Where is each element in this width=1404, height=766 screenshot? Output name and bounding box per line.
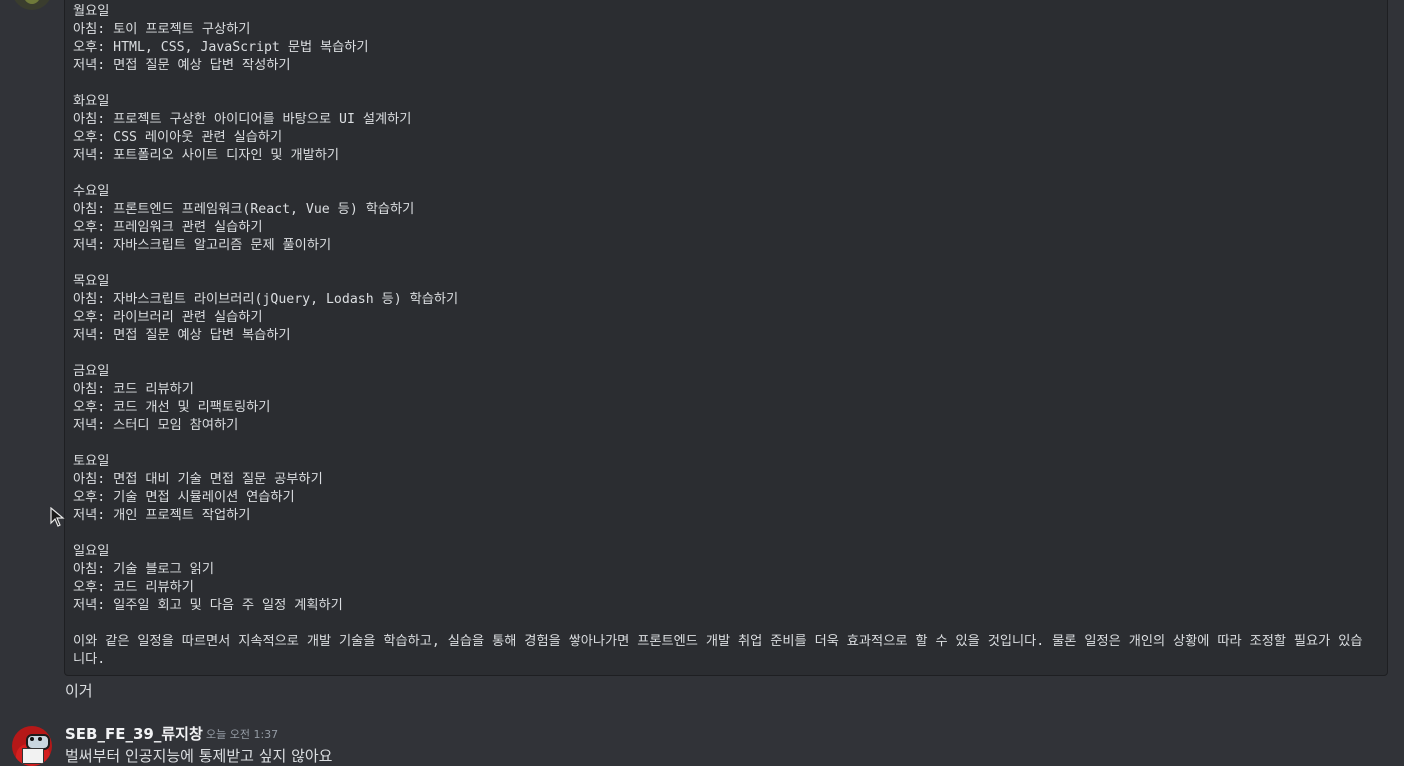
- schedule-line: 저녁: 면접 질문 예상 답변 작성하기: [73, 58, 291, 73]
- conclusion-text: 이와 같은 일정을 따르면서 지속적으로 개발 기술을 학습하고, 실습을 통해…: [73, 634, 1363, 667]
- day-heading: 목요일: [73, 274, 110, 289]
- previous-user-avatar[interactable]: [12, 0, 52, 10]
- schedule-line: 아침: 기술 블로그 읽기: [73, 562, 214, 577]
- schedule-line: 오후: CSS 레이아웃 관련 실습하기: [73, 130, 283, 145]
- message-text: 벌써부터 인공지능에 통제받고 싶지 않아요: [65, 747, 333, 765]
- followup-message-text: 이거: [65, 682, 93, 700]
- day-heading: 토요일: [73, 454, 110, 469]
- day-heading: 일요일: [73, 544, 110, 559]
- mouse-pointer-icon: [50, 507, 65, 527]
- schedule-line: 저녁: 면접 질문 예상 답변 복습하기: [73, 328, 291, 343]
- schedule-line: 저녁: 개인 프로젝트 작업하기: [73, 508, 251, 523]
- code-block: 월요일아침: 토이 프로젝트 구상하기오후: HTML, CSS, JavaSc…: [64, 0, 1388, 676]
- schedule-line: 저녁: 일주일 회고 및 다음 주 일정 계획하기: [73, 598, 343, 613]
- schedule-line: 아침: 면접 대비 기술 면접 질문 공부하기: [73, 472, 323, 487]
- day-heading: 수요일: [73, 184, 110, 199]
- message-username[interactable]: SEB_FE_39_류지창: [65, 724, 203, 744]
- schedule-line: 저녁: 스터디 모임 참여하기: [73, 418, 239, 433]
- user-avatar[interactable]: [12, 726, 52, 766]
- schedule-line: 오후: 코드 리뷰하기: [73, 580, 194, 595]
- schedule-line: 아침: 코드 리뷰하기: [73, 382, 194, 397]
- code-block-content: 월요일아침: 토이 프로젝트 구상하기오후: HTML, CSS, JavaSc…: [73, 3, 1373, 669]
- message-timestamp: 오늘 오전 1:37: [206, 728, 279, 741]
- schedule-line: 오후: HTML, CSS, JavaScript 문법 복습하기: [73, 40, 369, 55]
- schedule-line: 저녁: 포트폴리오 사이트 디자인 및 개발하기: [73, 148, 340, 163]
- schedule-line: 저녁: 자바스크립트 알고리즘 문제 풀이하기: [73, 238, 332, 253]
- day-heading: 월요일: [73, 4, 110, 19]
- schedule-line: 아침: 프론트엔드 프레임워크(React, Vue 등) 학습하기: [73, 202, 415, 217]
- day-heading: 화요일: [73, 94, 110, 109]
- schedule-line: 오후: 코드 개선 및 리팩토링하기: [73, 400, 271, 415]
- schedule-line: 아침: 자바스크립트 라이브러리(jQuery, Lodash 등) 학습하기: [73, 292, 459, 307]
- schedule-line: 아침: 토이 프로젝트 구상하기: [73, 22, 251, 37]
- schedule-line: 오후: 라이브러리 관련 실습하기: [73, 310, 263, 325]
- schedule-line: 오후: 기술 면접 시뮬레이션 연습하기: [73, 490, 295, 505]
- chat-messages: 월요일아침: 토이 프로젝트 구상하기오후: HTML, CSS, JavaSc…: [0, 0, 1404, 766]
- schedule-line: 아침: 프로젝트 구상한 아이디어를 바탕으로 UI 설계하기: [73, 112, 412, 127]
- schedule-line: 오후: 프레임워크 관련 실습하기: [73, 220, 263, 235]
- day-heading: 금요일: [73, 364, 110, 379]
